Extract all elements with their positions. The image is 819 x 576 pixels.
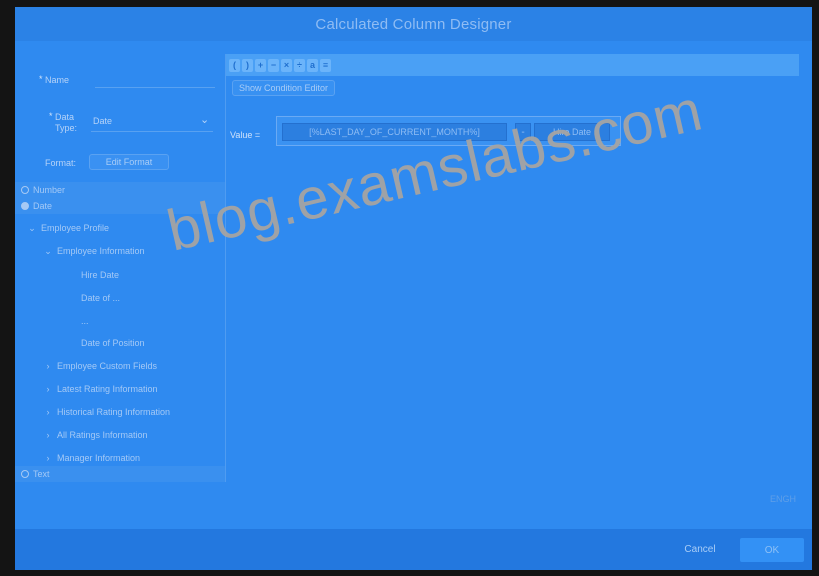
chevron-right-icon: › <box>46 384 50 394</box>
open-paren-button[interactable]: ( <box>229 58 240 72</box>
tree-item-all-ratings[interactable]: › All Ratings Information <box>15 427 225 443</box>
chevron-right-icon: › <box>46 453 50 463</box>
radio-text[interactable]: Text <box>15 466 225 482</box>
tree-item-manager-information[interactable]: › Manager Information <box>15 450 225 466</box>
tree-item-hire-date[interactable]: Hire Date <box>15 267 225 283</box>
cancel-button[interactable]: Cancel <box>670 539 730 559</box>
tree-item-historical-rating[interactable]: › Historical Rating Information <box>15 404 225 420</box>
footer-hint: ENGH <box>769 494 796 504</box>
tree-item-label: Historical Rating Information <box>57 407 171 417</box>
radio-icon <box>21 470 29 478</box>
data-type-label-line2: Type: <box>55 123 78 133</box>
tree-item-employee-information[interactable]: ⌄ Employee Information <box>15 243 225 259</box>
tree-item-employee-profile[interactable]: ⌄ Employee Profile <box>15 220 225 236</box>
name-required-mark: * <box>39 74 43 84</box>
data-type-value: Date <box>93 116 113 126</box>
radio-selected-icon <box>21 202 29 210</box>
tree-item-employee-custom-fields[interactable]: › Employee Custom Fields <box>15 358 225 374</box>
chevron-right-icon: › <box>46 361 50 371</box>
radio-date[interactable]: Date <box>15 198 225 214</box>
tree-item-partial[interactable]: ... <box>15 313 225 329</box>
data-type-underline <box>91 131 213 132</box>
tree-item-latest-rating[interactable]: › Latest Rating Information <box>15 381 225 397</box>
expr-token-hire-date[interactable]: Hire Date <box>534 123 610 141</box>
expression-box[interactable]: [%LAST_DAY_OF_CURRENT_MONTH%] - Hire Dat… <box>276 116 621 146</box>
show-condition-editor-button[interactable]: Show Condition Editor <box>232 80 336 96</box>
ok-button[interactable]: OK <box>740 538 804 562</box>
format-label: Format: <box>45 158 77 168</box>
dialog-title: Calculated Column Designer <box>315 15 512 33</box>
tree-item-label: All Ratings Information <box>57 430 148 440</box>
field-tree: Number Date ⌄ Employee Profile ⌄ Employe… <box>15 182 225 490</box>
main-panel: ( ) + − × ÷ a ≡ Show Condition Editor Va… <box>225 54 799 482</box>
tree-item-label: Hire Date <box>81 270 120 280</box>
dialog-title-bar: Calculated Column Designer <box>15 7 812 41</box>
chevron-right-icon: › <box>46 430 50 440</box>
chevron-down-icon: ⌄ <box>44 245 52 256</box>
clear-button[interactable]: ≡ <box>320 58 331 72</box>
tree-item-label: ... <box>81 316 89 326</box>
operator-toolbar: ( ) + − × ÷ a ≡ <box>226 54 799 76</box>
tree-item-date-of-position[interactable]: Date of Position <box>15 335 225 351</box>
radio-number-label: Number <box>33 185 66 195</box>
radio-text-label: Text <box>33 469 50 479</box>
radio-number[interactable]: Number <box>15 182 225 198</box>
radio-date-label: Date <box>33 201 53 211</box>
multiply-button[interactable]: × <box>281 58 292 72</box>
tree-item-label: Latest Rating Information <box>57 384 158 394</box>
tree-item-label: Date of ... <box>81 293 121 303</box>
radio-icon <box>21 186 29 194</box>
expr-token-last-day-of-month[interactable]: [%LAST_DAY_OF_CURRENT_MONTH%] <box>282 123 507 141</box>
close-paren-button[interactable]: ) <box>242 58 253 72</box>
left-panel: * Name * Data Type: Date ⌄ Format: Edit … <box>15 41 225 491</box>
chevron-right-icon: › <box>46 407 50 417</box>
minus-button[interactable]: − <box>268 58 279 72</box>
divide-button[interactable]: ÷ <box>294 58 305 72</box>
tree-item-date-of[interactable]: Date of ... <box>15 290 225 306</box>
data-type-label-line1: Data <box>55 112 75 122</box>
text-button[interactable]: a <box>307 58 318 72</box>
edit-format-button[interactable]: Edit Format <box>89 154 169 170</box>
expr-token-minus[interactable]: - <box>515 123 531 141</box>
tree-item-label: Employee Profile <box>41 223 110 233</box>
name-label: Name <box>45 75 70 85</box>
data-type-required-mark: * <box>49 111 53 121</box>
plus-button[interactable]: + <box>255 58 266 72</box>
tree-item-label: Manager Information <box>57 453 141 463</box>
tree-item-label: Employee Custom Fields <box>57 361 158 371</box>
value-label: Value = <box>230 130 261 140</box>
tree-item-label: Employee Information <box>57 246 145 256</box>
chevron-down-icon: ⌄ <box>28 222 36 233</box>
dialog-window: Calculated Column Designer * Name * Data… <box>15 7 812 570</box>
name-input[interactable] <box>95 87 215 88</box>
tree-item-label: Date of Position <box>81 338 145 348</box>
chevron-down-icon: ⌄ <box>200 114 210 126</box>
